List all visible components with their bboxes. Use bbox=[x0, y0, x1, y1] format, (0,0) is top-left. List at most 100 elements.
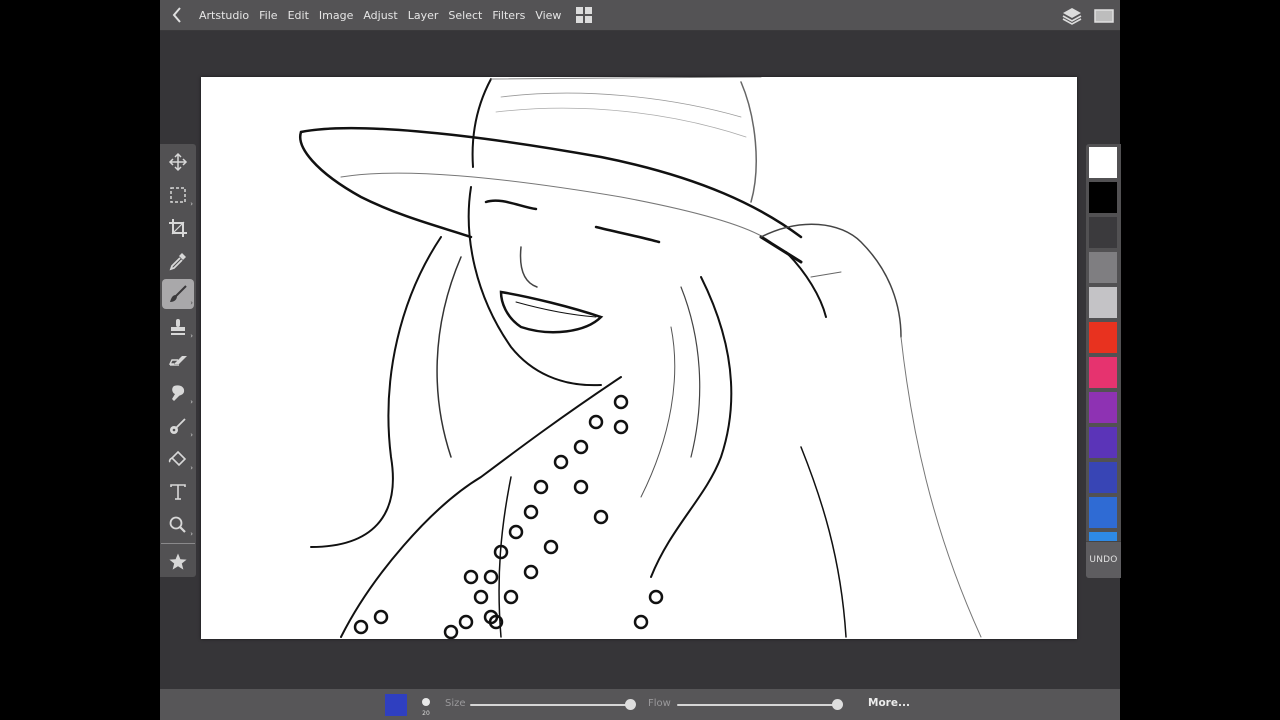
clone-stamp-icon bbox=[171, 319, 185, 335]
menu-view[interactable]: View bbox=[530, 0, 566, 31]
dodge-burn-icon bbox=[170, 418, 186, 434]
color-swatch[interactable] bbox=[1089, 147, 1117, 178]
color-swatch[interactable] bbox=[1089, 427, 1117, 458]
favorites-button[interactable] bbox=[162, 547, 194, 577]
size-slider[interactable] bbox=[470, 704, 630, 706]
more-button[interactable]: More... bbox=[868, 697, 910, 709]
zoom-icon bbox=[169, 516, 186, 533]
polka-dot bbox=[458, 614, 474, 630]
polka-dot bbox=[483, 569, 499, 585]
text-icon bbox=[170, 484, 186, 500]
color-swatch[interactable] bbox=[1089, 462, 1117, 493]
submenu-indicator: › bbox=[190, 431, 193, 439]
brush-size-value: 20 bbox=[422, 710, 430, 717]
polka-dot bbox=[353, 619, 369, 635]
tool-eyedropper[interactable] bbox=[162, 246, 194, 276]
polka-dot bbox=[543, 539, 559, 555]
tool-stamp[interactable]: › bbox=[162, 312, 194, 342]
star-icon bbox=[169, 553, 187, 570]
polka-dot bbox=[593, 509, 609, 525]
back-button[interactable] bbox=[162, 0, 192, 31]
polka-dot bbox=[508, 524, 524, 540]
tool-dodge-burn[interactable]: › bbox=[162, 411, 194, 441]
menu-image[interactable]: Image bbox=[314, 0, 358, 31]
polka-dot bbox=[473, 589, 489, 605]
tool-smudge[interactable]: › bbox=[162, 378, 194, 408]
polka-dot bbox=[633, 614, 649, 630]
tool-brush[interactable]: › bbox=[162, 279, 194, 309]
toolbar-divider bbox=[161, 543, 195, 544]
layers-icon bbox=[1062, 7, 1082, 25]
app-name[interactable]: Artstudio bbox=[194, 0, 254, 31]
artstudio-app: Artstudio File Edit Image Adjust Layer S… bbox=[160, 0, 1121, 720]
color-swatch[interactable] bbox=[1089, 392, 1117, 423]
submenu-indicator: › bbox=[190, 530, 193, 538]
sketch-artwork bbox=[299, 77, 982, 639]
tool-move[interactable] bbox=[162, 147, 194, 177]
polka-dot bbox=[503, 589, 519, 605]
polka-dot bbox=[553, 454, 569, 470]
grid-icon[interactable] bbox=[576, 7, 593, 23]
tool-zoom[interactable]: › bbox=[162, 510, 194, 540]
fullscreen-icon bbox=[1094, 8, 1114, 23]
tool-palette: › › › › › › › bbox=[160, 144, 196, 577]
polka-dot bbox=[613, 419, 629, 435]
flow-label: Flow bbox=[648, 698, 671, 709]
tool-text[interactable] bbox=[162, 477, 194, 507]
color-swatch[interactable] bbox=[1089, 217, 1117, 248]
tool-fill[interactable]: › bbox=[162, 444, 194, 474]
polka-dot bbox=[613, 394, 629, 410]
color-swatch[interactable] bbox=[1089, 322, 1117, 353]
color-swatch[interactable] bbox=[1089, 252, 1117, 283]
submenu-indicator: › bbox=[190, 464, 193, 472]
eraser-icon bbox=[168, 356, 187, 366]
menu-adjust[interactable]: Adjust bbox=[358, 0, 402, 31]
menu-edit[interactable]: Edit bbox=[283, 0, 314, 31]
brush-preview-icon[interactable] bbox=[422, 698, 430, 706]
polka-dot bbox=[588, 414, 604, 430]
polka-dot bbox=[648, 589, 664, 605]
layers-button[interactable] bbox=[1056, 0, 1088, 31]
swatch-list[interactable] bbox=[1086, 144, 1121, 541]
crop-icon bbox=[169, 219, 187, 237]
tool-marquee[interactable]: › bbox=[162, 180, 194, 210]
brush-options-bar: 20 Size Flow More... bbox=[160, 689, 1120, 720]
color-palette: UNDO bbox=[1086, 144, 1121, 578]
submenu-indicator: › bbox=[190, 200, 193, 208]
chevron-left-icon bbox=[172, 7, 181, 23]
smudge-icon bbox=[172, 385, 185, 401]
fullscreen-button[interactable] bbox=[1088, 0, 1120, 31]
brush-icon bbox=[170, 285, 187, 302]
polka-dots bbox=[353, 394, 664, 639]
flow-slider[interactable] bbox=[677, 704, 837, 706]
paint-bucket-icon bbox=[168, 450, 187, 467]
menu-filters[interactable]: Filters bbox=[487, 0, 530, 31]
color-swatch[interactable] bbox=[1089, 287, 1117, 318]
polka-dot bbox=[523, 564, 539, 580]
polka-dot bbox=[443, 624, 459, 639]
color-swatch[interactable] bbox=[1089, 532, 1117, 541]
size-label: Size bbox=[445, 698, 466, 709]
flow-slider-thumb[interactable] bbox=[832, 699, 843, 710]
menu-file[interactable]: File bbox=[254, 0, 282, 31]
menu-layer[interactable]: Layer bbox=[403, 0, 444, 31]
submenu-indicator: › bbox=[190, 332, 193, 340]
tool-crop[interactable] bbox=[162, 213, 194, 243]
current-color-chip[interactable] bbox=[385, 694, 407, 716]
submenu-indicator: › bbox=[190, 299, 193, 307]
color-swatch[interactable] bbox=[1089, 182, 1117, 213]
polka-dot bbox=[533, 479, 549, 495]
menu-select[interactable]: Select bbox=[443, 0, 487, 31]
polka-dot bbox=[573, 479, 589, 495]
color-swatch[interactable] bbox=[1089, 357, 1117, 388]
move-icon bbox=[168, 152, 188, 172]
drawing-canvas[interactable] bbox=[201, 77, 1077, 639]
top-menu-bar: Artstudio File Edit Image Adjust Layer S… bbox=[160, 0, 1120, 31]
tool-eraser[interactable] bbox=[162, 345, 194, 375]
eyedropper-icon bbox=[169, 253, 186, 271]
polka-dot bbox=[373, 609, 389, 625]
size-slider-thumb[interactable] bbox=[625, 699, 636, 710]
color-swatch[interactable] bbox=[1089, 497, 1117, 528]
polka-dot bbox=[523, 504, 539, 520]
undo-button[interactable]: UNDO bbox=[1086, 541, 1121, 578]
